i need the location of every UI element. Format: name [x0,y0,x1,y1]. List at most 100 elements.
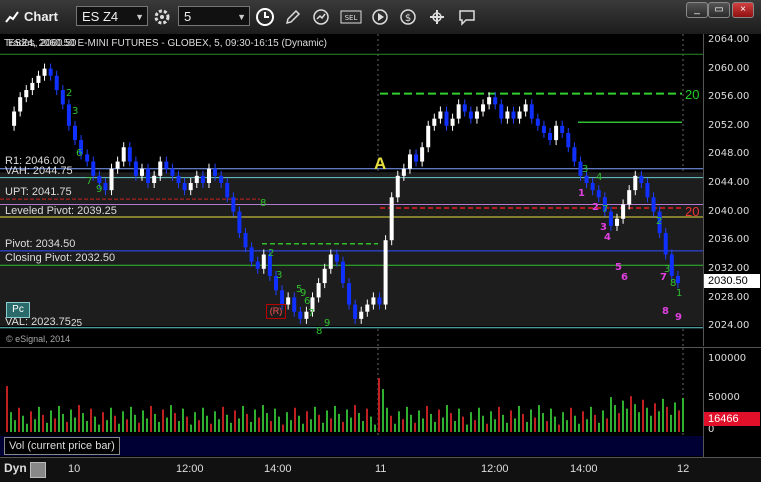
volume-bar [586,419,588,432]
pivot-label: Pivot: 2034.50 [5,238,76,250]
crosshair-icon[interactable] [427,7,447,27]
candle-body [146,168,151,183]
refresh-icon[interactable] [311,7,331,27]
candle-body [432,118,437,126]
maximize-button[interactable]: ▭ [708,2,730,18]
candle-body [517,111,522,119]
candle-body [675,275,680,284]
binoculars-icon[interactable] [30,462,46,478]
volume-bar [270,421,272,432]
dollar-icon[interactable]: $ [398,7,418,27]
volume-bar [226,414,228,432]
volume-bar [50,410,52,432]
pencil-draw-icon[interactable] [283,7,303,27]
volume-study-label[interactable]: Vol (current price bar) [4,437,120,455]
volume-bar [350,417,352,432]
candle-body [590,183,595,191]
interval-input[interactable]: 5 ▼ [178,6,250,26]
setup-count-green: 3 [276,270,282,281]
candle-body [444,111,449,126]
candle-body [438,111,443,119]
volume-bar [70,409,72,432]
volume-bar [358,413,360,432]
volume-bar [82,413,84,432]
volume-bar [466,424,468,432]
candle-body [182,183,187,191]
copyright-text: © eSignal, 2014 [6,334,71,344]
settings-gear-icon[interactable] [151,6,173,28]
volume-bar [194,412,196,432]
volume-bar [458,408,460,432]
volume-bar [46,422,48,432]
candle-body [505,111,510,119]
volume-tick: 50000 [708,392,740,403]
select-mode-icon[interactable]: SEL [340,7,362,27]
select-mode-label: SEL [345,14,358,22]
clock-icon[interactable] [253,5,277,29]
price-tick: 2052.00 [708,120,750,131]
volume-bar [266,413,268,432]
candle-body [651,197,656,212]
pc-badge[interactable]: Pc [6,302,30,318]
volume-bar [602,410,604,432]
volume-bar [158,421,160,432]
price-tick: 2064.00 [708,34,750,45]
volume-bar [574,415,576,432]
volume-bar [38,406,40,432]
candle-body [456,104,461,119]
candle-body [608,211,613,226]
volume-bar [42,414,44,432]
volume-bar [566,420,568,432]
chevron-down-icon[interactable]: ▼ [237,7,246,27]
symbol-input[interactable]: ES Z4 ▼ [76,6,148,26]
volume-bar [122,411,124,432]
dyn-button[interactable]: Dyn [4,461,27,475]
volume-axis[interactable]: 100000 50000 0 [703,347,761,458]
candle-body [213,168,218,176]
candle-body [115,161,120,169]
setup-count-green: 2 [268,248,274,259]
volume-bar [366,408,368,432]
volume-bar [534,417,536,432]
volume-bar [646,407,648,432]
candle-body [450,118,455,126]
time-axis[interactable]: Dyn 10 12:00 14:00 11 12:00 14:00 12 [0,457,761,482]
setup-count-green: 8 [260,198,266,209]
setup-count-green: 7 [308,308,314,319]
chevron-down-icon[interactable]: ▼ [135,7,144,27]
candle-body [645,183,650,198]
candle-body [103,183,108,191]
candle-body [560,125,565,133]
volume-bar [362,421,364,432]
volume-bar [174,413,176,432]
candle-body [633,175,638,191]
price-chart[interactable]: 236798235967893472381123456789 Trades, 2… [0,34,703,346]
volume-bar [314,406,316,432]
setup-count-magenta: 4 [604,232,611,243]
chart-window-icon [4,9,20,25]
volume-bar [130,406,132,432]
close-button[interactable]: × [732,2,754,18]
candle-body [225,183,230,198]
volume-bar [246,413,248,432]
volume-bar [470,412,472,432]
volume-bar [674,402,676,432]
volume-bar [406,406,408,432]
play-icon[interactable] [370,7,390,27]
volume-bar [650,415,652,432]
price-axis[interactable]: 2064.00 2060.00 2056.00 2052.00 2048.00 … [703,34,761,346]
candle-body [353,304,358,319]
candle-body [316,283,321,298]
volume-bar [390,415,392,432]
candle-body [340,261,345,284]
volume-bar [370,416,372,432]
volume-bar [346,409,348,432]
volume-bar [94,416,96,432]
setup-count-magenta: 6 [621,272,628,283]
volume-bar [682,397,684,432]
candle-body [481,104,486,112]
minimize-button[interactable]: _ [686,2,708,18]
chat-icon[interactable] [457,7,477,27]
candle-body [523,104,528,112]
current-volume-tag: 16466 [704,412,760,426]
